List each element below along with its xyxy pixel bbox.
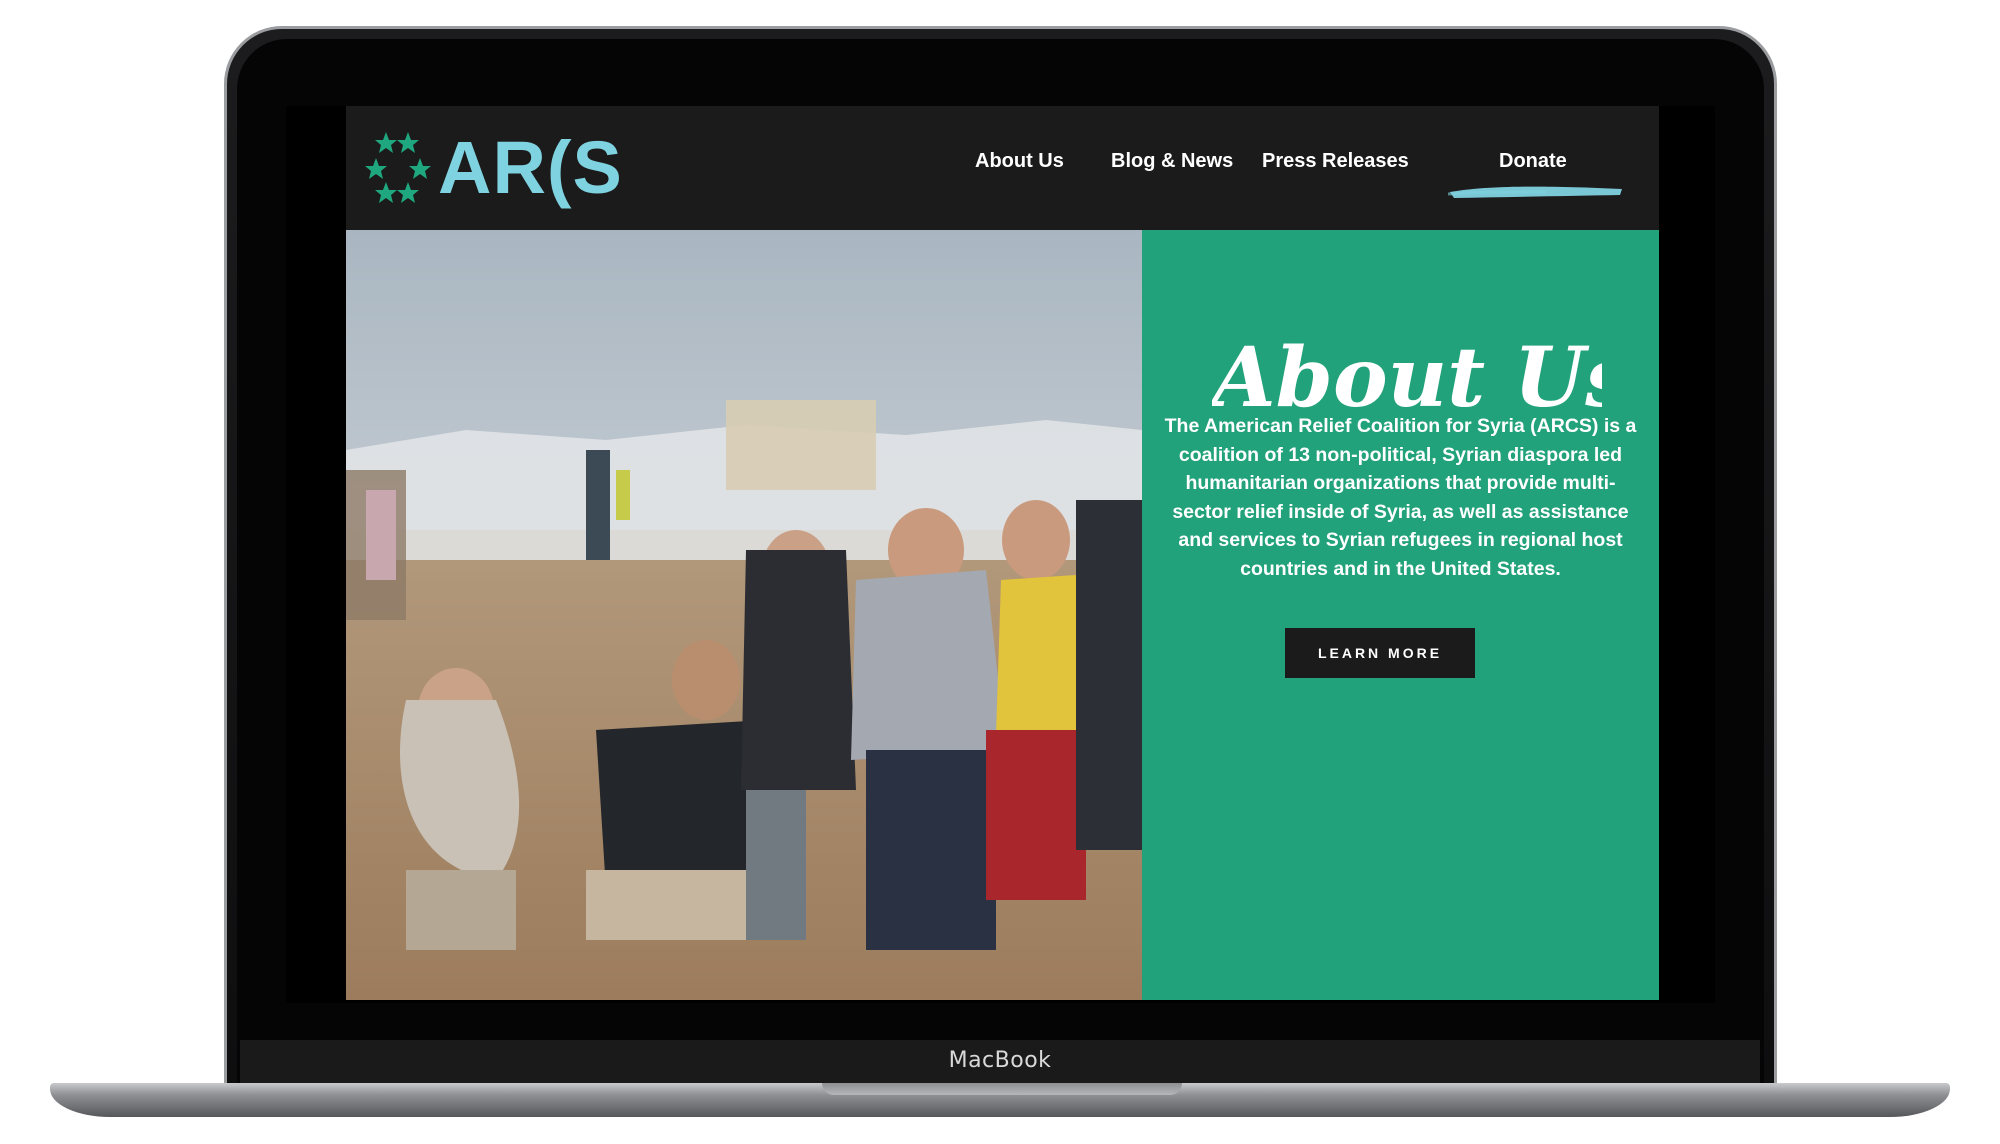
about-title-script: About Us [1212,330,1602,422]
brush-stroke-icon [1447,186,1622,198]
about-panel: About Us The American Relief Coalition f… [1142,230,1659,1000]
learn-more-button[interactable]: LEARN MORE [1285,628,1475,678]
nav-press-releases[interactable]: Press Releases [1262,150,1409,173]
nav-blog-news[interactable]: Blog & News [1111,150,1233,173]
site-header: AR(S About Us Blog & News Press Releases… [346,106,1659,230]
device-model-label: MacBook [948,1048,1052,1073]
laptop-base-notch [822,1083,1182,1095]
website: AR(S About Us Blog & News Press Releases… [346,106,1659,1000]
nav-donate[interactable]: Donate [1499,150,1567,173]
hero-photo [346,230,1142,1000]
about-description: The American Relief Coalition for Syria … [1164,415,1637,580]
nav-about-us[interactable]: About Us [975,150,1064,173]
children-photo [346,230,1142,1000]
laptop-mockup: MacBook AR(S About Us Blog & News Press … [0,0,2000,1144]
about-title-text: About Us [1212,330,1602,422]
